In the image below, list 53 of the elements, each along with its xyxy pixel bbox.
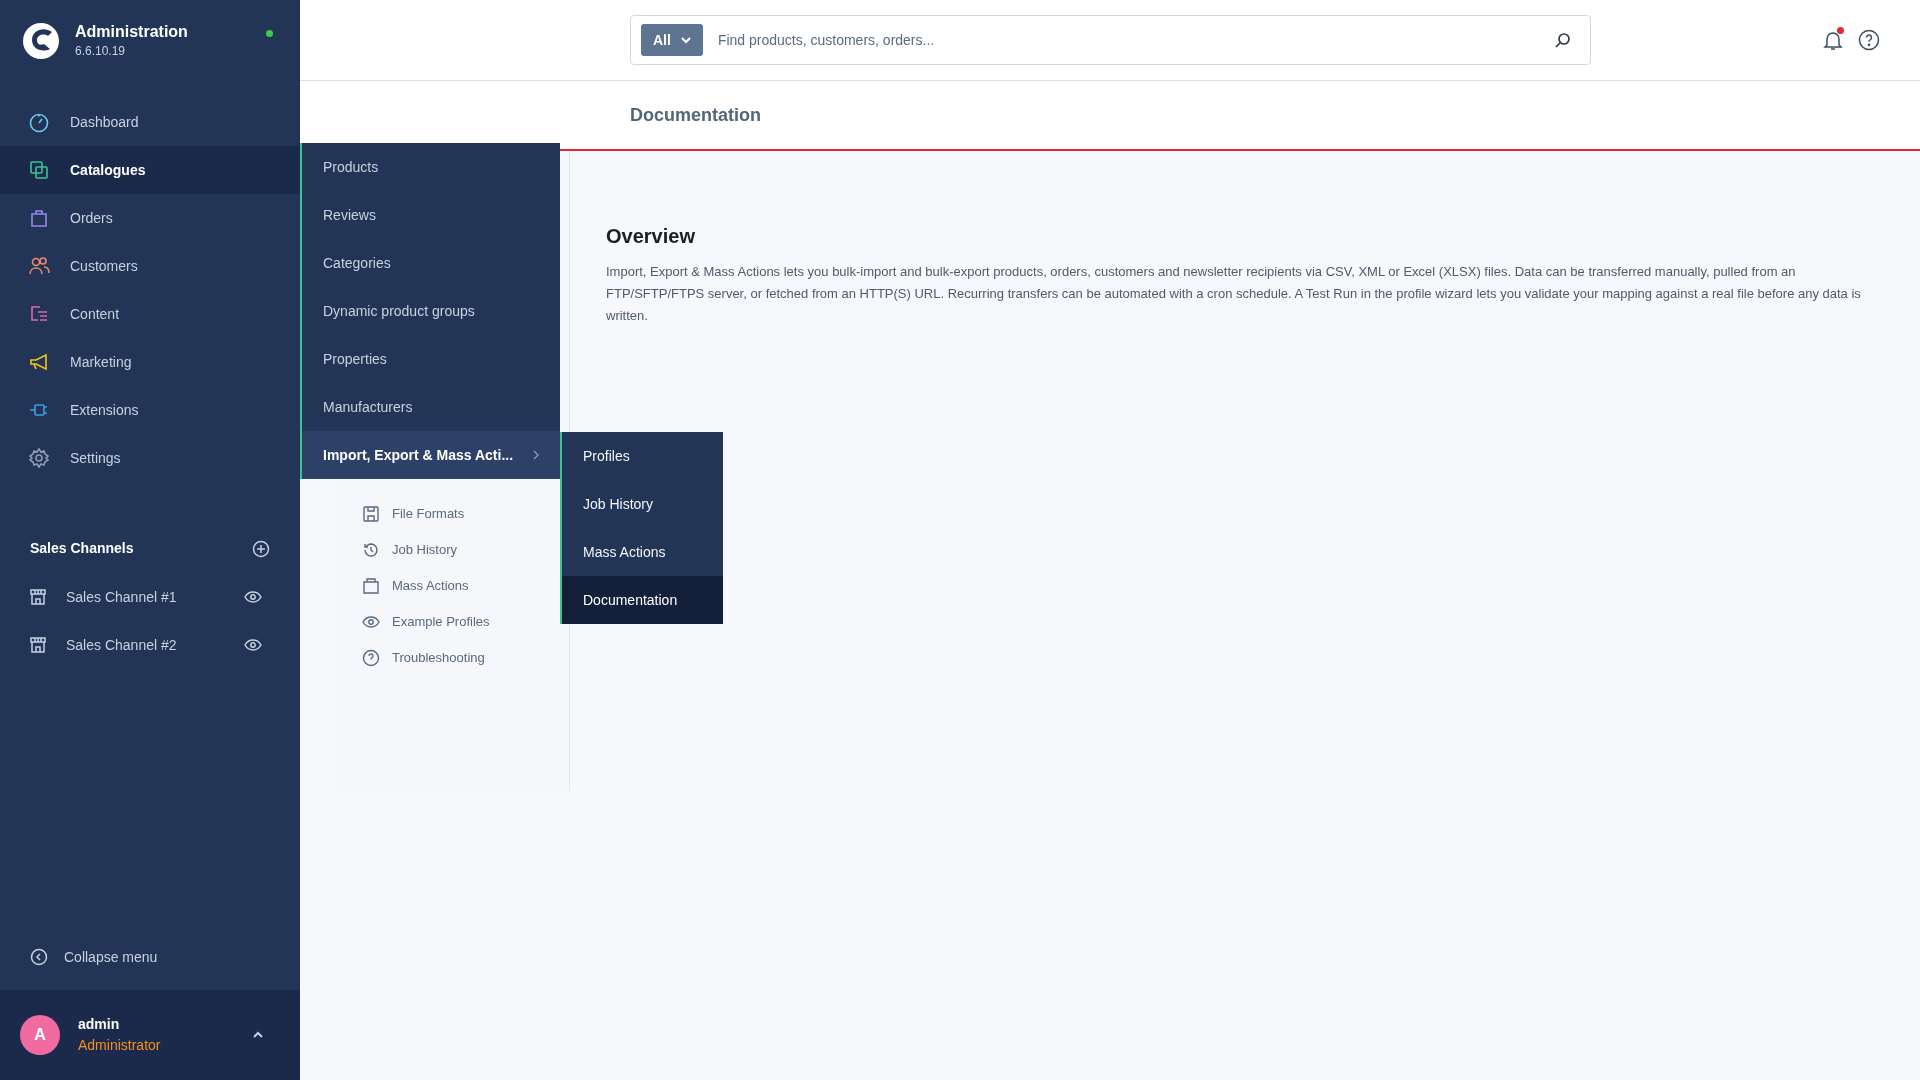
flyout-item[interactable]: Import, Export & Mass Acti... <box>302 431 560 479</box>
logo-icon <box>22 22 60 60</box>
notification-bell-icon[interactable] <box>1822 29 1844 51</box>
flyout-item[interactable]: Properties <box>302 335 560 383</box>
settings-icon <box>28 447 50 469</box>
nav-item[interactable]: Marketing <box>0 338 300 386</box>
nav-item[interactable]: Settings <box>0 434 300 482</box>
flyout-item[interactable]: Products <box>302 143 560 191</box>
nav-item[interactable]: Orders <box>0 194 300 242</box>
search-field[interactable]: All Find products, customers, orders... <box>630 15 1591 65</box>
doc-nav-link[interactable]: Troubleshooting <box>362 647 569 669</box>
chevron-left-icon <box>30 948 48 966</box>
sales-channel-link[interactable]: Sales Channel #2 <box>66 634 226 656</box>
marketing-icon <box>28 351 50 373</box>
chevron-down-icon <box>680 36 691 44</box>
bag-icon <box>362 577 380 595</box>
eye-icon[interactable] <box>244 639 262 651</box>
flyout-item[interactable]: Manufacturers <box>302 383 560 431</box>
customers-icon <box>28 255 50 277</box>
dashboard-icon <box>28 111 50 133</box>
help-icon <box>362 649 380 667</box>
search-icon[interactable] <box>1554 31 1572 49</box>
user-role: Administrator <box>78 1036 162 1055</box>
storefront-icon <box>28 587 48 607</box>
section-heading: Sales Channels <box>30 539 134 558</box>
storefront-icon <box>28 635 48 655</box>
eye-icon[interactable] <box>244 591 262 603</box>
sales-channel-link[interactable]: Sales Channel #1 <box>66 586 226 608</box>
page-title: Documentation <box>630 103 761 127</box>
section-heading: Overview <box>606 224 696 249</box>
overview-paragraph: Import, Export & Mass Actions lets you bulk-import and bulk-export products, orders, customers and newsletter recipients via CSV, XML or Excel (XLSX) files. Data can be transferred manually, pulled from an FTP/SFTP/FTPS server, or fetched from an HTTP(S) URL. Recurring transfers can be automated with a cron schedule. A Test Run in the profile wizard lets you validate your mapping against a real file before any data is written. <box>606 263 1862 325</box>
history-icon <box>362 541 380 559</box>
orders-icon <box>28 207 50 229</box>
nav-item[interactable]: Extensions <box>0 386 300 434</box>
nav-item[interactable]: Dashboard <box>0 98 300 146</box>
user-name: admin <box>78 1015 121 1034</box>
add-icon[interactable] <box>252 539 270 558</box>
collapse-menu-button[interactable]: Collapse menu <box>0 924 300 990</box>
eye-icon <box>362 613 380 631</box>
chevron-up-icon[interactable] <box>252 1031 264 1039</box>
nav-item[interactable]: Catalogues <box>0 146 300 194</box>
catalogues-icon <box>28 159 50 181</box>
submenu-item[interactable]: Documentation <box>562 576 723 624</box>
nav-item[interactable]: Content <box>0 290 300 338</box>
flyout-item[interactable]: Dynamic product groups <box>302 287 560 335</box>
app-title: Administration <box>75 22 189 42</box>
flyout-item[interactable]: Reviews <box>302 191 560 239</box>
nav-item[interactable]: Customers <box>0 242 300 290</box>
user-avatar: A <box>20 1015 60 1055</box>
version-label: 6.6.10.19 <box>75 43 127 60</box>
flyout-item[interactable]: Categories <box>302 239 560 287</box>
help-icon[interactable] <box>1858 29 1880 51</box>
scope-dropdown[interactable]: All <box>641 24 703 56</box>
